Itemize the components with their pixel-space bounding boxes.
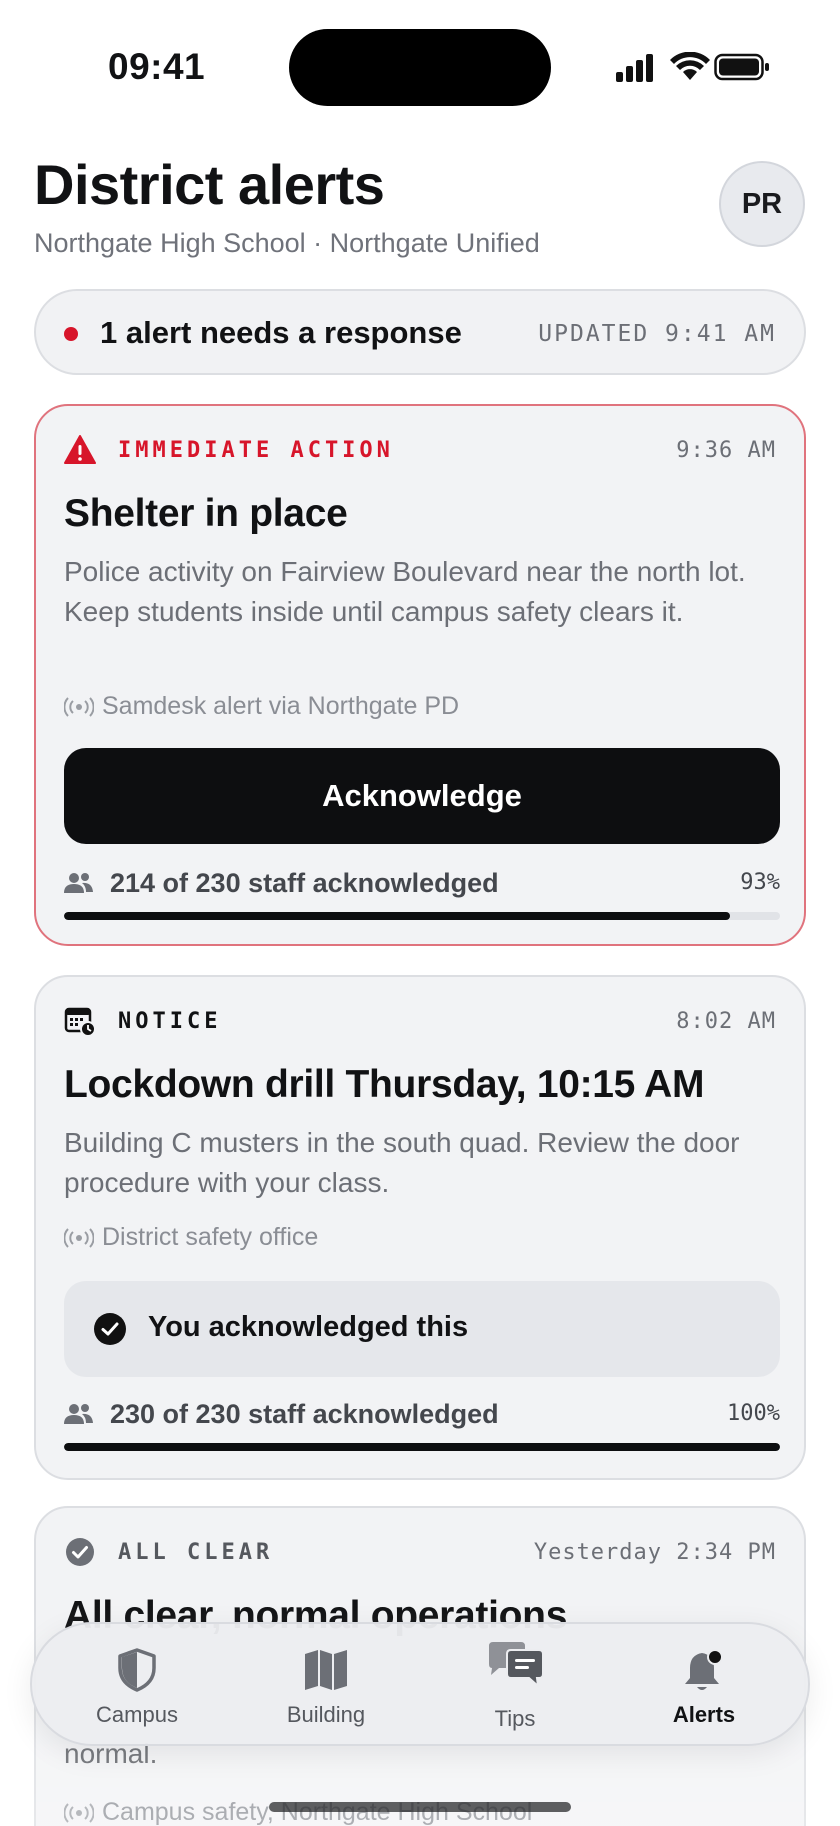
status-time: 09:41 (108, 46, 206, 87)
alert-time: 9:36 AM (676, 438, 776, 463)
alert-source: District safety office (63, 1223, 319, 1252)
bell-icon (685, 1649, 723, 1690)
page-subtitle: Northgate High School · Northgate Unifie… (34, 228, 540, 258)
acknowledged-text: You acknowledged this (148, 1311, 469, 1343)
tab-tips[interactable]: Tips (425, 1624, 605, 1748)
alert-source-text: Samdesk alert via Northgate PD (102, 692, 460, 720)
tab-label: Alerts (672, 1702, 736, 1727)
alert-card-header: NOTICE 8:02 AM (64, 1005, 776, 1041)
avatar-initials: PR (741, 187, 783, 220)
alert-title: Lockdown drill Thursday, 10:15 AM (64, 1063, 705, 1106)
page-title: District alerts (34, 153, 385, 216)
tab-campus[interactable]: Campus (47, 1624, 227, 1748)
alert-card-drill[interactable]: NOTICE 8:02 AM Lockdown drill Thursday, … (34, 975, 806, 1480)
broadcast-icon (63, 1228, 95, 1248)
tab-label: Tips (494, 1706, 536, 1731)
ack-progress-bar (64, 1443, 780, 1451)
cellular-signal-icon (616, 54, 653, 82)
acknowledged-status: You acknowledged this (64, 1281, 780, 1377)
alert-summary-banner[interactable]: 1 alert needs a response UPDATED 9:41 AM (34, 289, 806, 375)
status-bar: 09:41 (0, 0, 840, 130)
ack-progress-fill (64, 912, 730, 920)
check-circle-icon (66, 1538, 94, 1566)
tab-label: Campus (96, 1702, 178, 1727)
alert-tag: NOTICE (118, 1009, 222, 1034)
staff-ack-row: 230 of 230 staff acknowledged 100% (64, 1399, 780, 1433)
tab-building[interactable]: Building (236, 1624, 416, 1748)
acknowledge-button[interactable]: Acknowledge (64, 748, 780, 844)
alert-tag: IMMEDIATE ACTION (118, 438, 394, 463)
broadcast-icon (63, 697, 95, 717)
alert-source: Samdesk alert via Northgate PD (63, 692, 460, 721)
ack-progress-bar (64, 912, 780, 920)
tab-label: Building (286, 1702, 366, 1727)
acknowledge-button-label: Acknowledge (322, 778, 522, 813)
alert-time: Yesterday 2:34 PM (533, 1540, 776, 1565)
staff-ack-text: 214 of 230 staff acknowledged (110, 868, 499, 898)
ack-progress-fill (64, 1443, 780, 1451)
alert-source-text: District safety office (102, 1223, 319, 1251)
calendar-clock-icon (64, 1007, 96, 1037)
staff-ack-percent: 93% (740, 870, 780, 895)
avatar[interactable]: PR (719, 161, 805, 247)
alert-card-shelter[interactable]: IMMEDIATE ACTION 9:36 AM Shelter in plac… (34, 404, 806, 946)
people-icon (64, 873, 93, 893)
tab-bar: Campus Building Tips Alerts (30, 1622, 810, 1746)
broadcast-icon (63, 1803, 95, 1823)
check-circle-icon (94, 1313, 126, 1345)
map-icon (305, 1650, 347, 1690)
alert-time: 8:02 AM (676, 1009, 776, 1034)
alert-tag: ALL CLEAR (118, 1540, 274, 1565)
people-icon (64, 1404, 93, 1424)
chat-bubbles-icon (489, 1642, 544, 1689)
staff-ack-percent: 100% (727, 1401, 780, 1426)
alert-title: Shelter in place (64, 492, 348, 535)
alert-card-header: IMMEDIATE ACTION 9:36 AM (64, 434, 776, 470)
alert-body: Police activity on Fairview Boulevard ne… (64, 556, 746, 627)
wifi-icon (670, 52, 710, 80)
staff-ack-text: 230 of 230 staff acknowledged (110, 1399, 499, 1429)
alert-card-header: ALL CLEAR Yesterday 2:34 PM (64, 1536, 776, 1572)
shield-icon (118, 1648, 156, 1692)
alert-dot-icon (64, 327, 78, 341)
alerts-screen: 09:41 District alerts Northgate High Sch… (0, 0, 840, 1826)
tab-alerts[interactable]: Alerts (614, 1624, 794, 1748)
alert-body: Building C musters in the south quad. Re… (64, 1127, 740, 1198)
summary-text: 1 alert needs a response (100, 315, 462, 350)
updated-timestamp: UPDATED 9:41 AM (538, 321, 776, 347)
home-indicator[interactable] (269, 1802, 571, 1812)
warning-triangle-icon (64, 435, 96, 464)
staff-ack-row: 214 of 230 staff acknowledged 93% (64, 868, 780, 902)
status-icons (600, 50, 770, 86)
dynamic-island (289, 29, 551, 106)
battery-icon (714, 53, 769, 81)
